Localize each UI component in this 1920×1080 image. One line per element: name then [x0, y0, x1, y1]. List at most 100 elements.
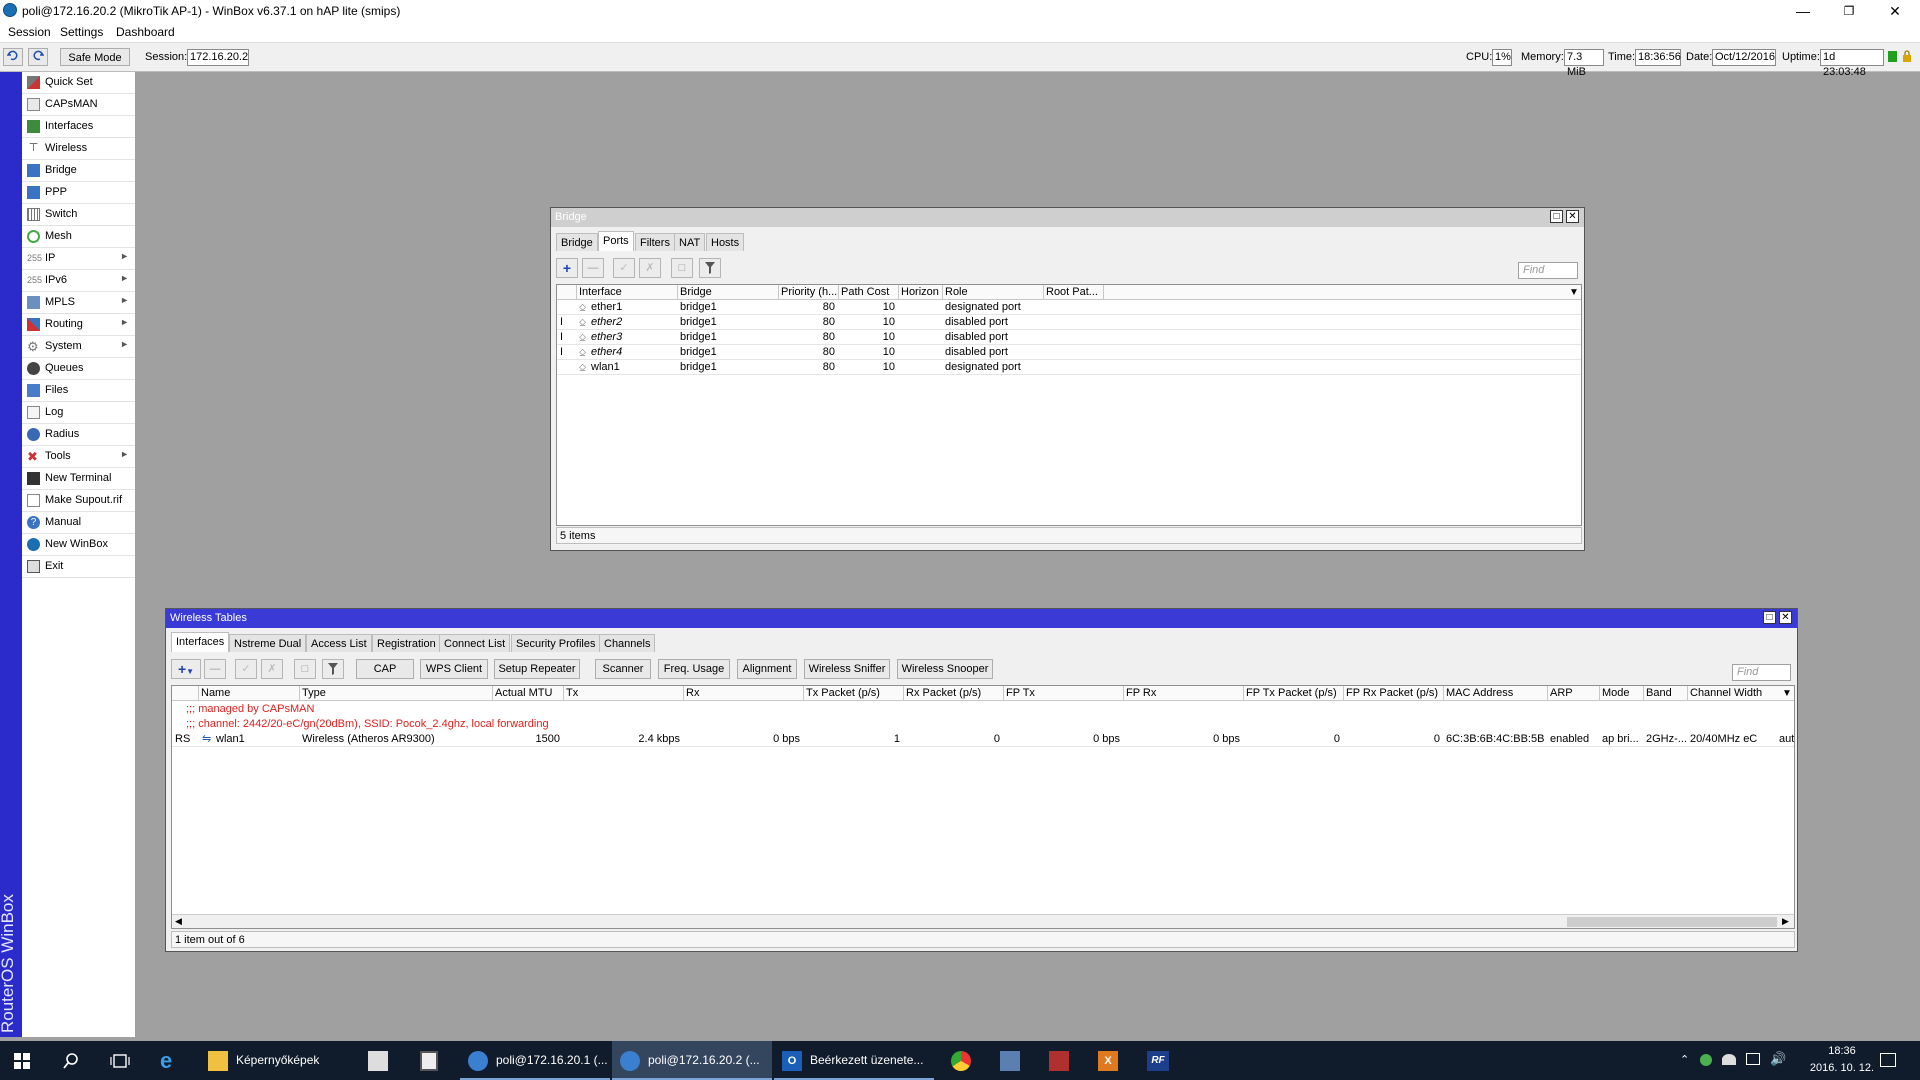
comment-button[interactable]: □ [671, 258, 693, 278]
tab-filters[interactable]: Filters [635, 233, 675, 251]
column-header-path-cost[interactable]: Path Cost [839, 285, 899, 300]
clock-time[interactable]: 18:36 [1812, 1045, 1872, 1057]
sidebar-item-new-winbox[interactable]: New WinBox [22, 534, 135, 556]
column-header-name[interactable]: Name [199, 686, 300, 701]
sidebar-item-queues[interactable]: Queues [22, 358, 135, 380]
network-tool-icon[interactable] [1000, 1051, 1020, 1071]
column-header-type[interactable]: Type [300, 686, 493, 701]
horizontal-scrollbar[interactable]: ◀ ▶ [172, 914, 1794, 928]
column-header-horizon[interactable]: Horizon [899, 285, 943, 300]
maximize-button[interactable]: □ [1763, 611, 1776, 624]
tray-app-icon[interactable] [1700, 1054, 1712, 1066]
freq-usage-button[interactable]: Freq. Usage [658, 659, 730, 679]
tab-connect-list[interactable]: Connect List [439, 634, 511, 652]
column-header-role[interactable]: Role [943, 285, 1044, 300]
tab-access-list[interactable]: Access List [306, 634, 372, 652]
enable-button[interactable]: ✓ [613, 258, 635, 278]
sidebar-item-wireless[interactable]: ⊤ Wireless [22, 138, 135, 160]
search-button[interactable] [62, 1052, 80, 1070]
menu-session[interactable]: Session [8, 25, 51, 39]
tray-chevron-icon[interactable]: ⌃ [1680, 1053, 1689, 1066]
column-header-bridge[interactable]: Bridge [678, 285, 779, 300]
tab-channels[interactable]: Channels [599, 634, 656, 652]
column-header-band[interactable]: Band [1644, 686, 1688, 701]
network-icon[interactable] [1746, 1053, 1760, 1065]
store-icon[interactable] [368, 1051, 388, 1071]
sidebar-item-make-supout[interactable]: Make Supout.rif [22, 490, 135, 512]
column-header-channel-width[interactable]: Channel Width [1688, 686, 1794, 701]
sidebar-item-manual[interactable]: ? Manual [22, 512, 135, 534]
column-header-fp-rx[interactable]: FP Rx [1124, 686, 1244, 701]
sidebar-item-ipv6[interactable]: 255 IPv6 ► [22, 270, 135, 292]
column-header-actual-mtu[interactable]: Actual MTU [493, 686, 564, 701]
sidebar-item-mesh[interactable]: Mesh [22, 226, 135, 248]
taskbar-item-winbox-2[interactable]: poli@172.16.20.2 (... [612, 1041, 772, 1080]
scanner-button[interactable]: Scanner [595, 659, 651, 679]
restore-button[interactable]: ❐ [1826, 0, 1872, 22]
column-header-tx[interactable]: Tx [564, 686, 684, 701]
column-header-fp-rx-packet[interactable]: FP Rx Packet (p/s) [1344, 686, 1444, 701]
safe-mode-button[interactable]: Safe Mode [60, 48, 130, 66]
tab-nstreme-dual[interactable]: Nstreme Dual [229, 634, 307, 652]
session-field[interactable]: 172.16.20.2 [187, 49, 249, 66]
wireless-sniffer-button[interactable]: Wireless Sniffer [804, 659, 890, 679]
table-row[interactable]: ⎐ wlan1 bridge1 80 10 designated port [557, 360, 1581, 375]
taskbar-item-winbox-1[interactable]: poli@172.16.20.1 (... [460, 1041, 610, 1080]
column-header-interface[interactable]: Interface [577, 285, 678, 300]
column-header-arp[interactable]: ARP [1548, 686, 1600, 701]
table-row[interactable]: I ⎐ ether3 bridge1 80 10 disabled port [557, 330, 1581, 345]
table-row[interactable]: I ⎐ ether2 bridge1 80 10 disabled port [557, 315, 1581, 330]
column-dropdown-icon[interactable]: ▼ [1782, 688, 1792, 699]
column-header-rx-packet[interactable]: Rx Packet (p/s) [904, 686, 1004, 701]
start-button[interactable] [14, 1053, 30, 1069]
edge-browser-icon[interactable]: e [160, 1050, 182, 1072]
filter-button[interactable] [699, 258, 721, 278]
calculator-icon[interactable] [420, 1051, 438, 1071]
sidebar-item-ip[interactable]: 255 IP ► [22, 248, 135, 270]
onedrive-icon[interactable] [1722, 1054, 1736, 1065]
add-dropdown-button[interactable]: +▼ [171, 659, 201, 679]
notifications-icon[interactable] [1880, 1053, 1896, 1067]
cap-button[interactable]: CAP [356, 659, 414, 679]
remove-button[interactable]: — [204, 659, 226, 679]
table-row[interactable]: ⎐ ether1 bridge1 80 10 designated port [557, 300, 1581, 315]
table-row[interactable]: RS ⇋ wlan1 Wireless (Atheros AR9300) 150… [172, 732, 1794, 747]
column-header-fp-tx[interactable]: FP Tx [1004, 686, 1124, 701]
scroll-right-icon[interactable]: ▶ [1782, 916, 1789, 927]
clock-date[interactable]: 2016. 10. 12. [1800, 1062, 1884, 1074]
column-dropdown-icon[interactable]: ▼ [1569, 287, 1579, 298]
wireless-find-input[interactable]: Find [1732, 664, 1791, 681]
tab-bridge[interactable]: Bridge [556, 233, 598, 251]
tab-hosts[interactable]: Hosts [706, 233, 745, 251]
bridge-find-input[interactable]: Find [1518, 262, 1578, 279]
filter-button[interactable] [322, 659, 344, 679]
maximize-button[interactable]: □ [1550, 210, 1563, 223]
enable-button[interactable]: ✓ [235, 659, 257, 679]
sidebar-item-files[interactable]: Files [22, 380, 135, 402]
sidebar-item-new-terminal[interactable]: New Terminal [22, 468, 135, 490]
redo-button[interactable] [28, 48, 48, 66]
sidebar-item-mpls[interactable]: MPLS ► [22, 292, 135, 314]
disable-button[interactable]: ✗ [261, 659, 283, 679]
chrome-icon[interactable] [951, 1051, 971, 1071]
column-header-tx-packet[interactable]: Tx Packet (p/s) [804, 686, 904, 701]
sidebar-item-log[interactable]: Log [22, 402, 135, 424]
minimize-button[interactable]: — [1780, 0, 1826, 22]
tab-nat[interactable]: NAT [674, 233, 706, 251]
close-window-button[interactable]: ✕ [1779, 611, 1792, 624]
remove-button[interactable]: — [582, 258, 604, 278]
table-row[interactable]: I ⎐ ether4 bridge1 80 10 disabled port [557, 345, 1581, 360]
column-header-rx[interactable]: Rx [684, 686, 804, 701]
tab-interfaces[interactable]: Interfaces [171, 632, 230, 652]
close-window-button[interactable]: ✕ [1566, 210, 1579, 223]
sidebar-item-radius[interactable]: Radius [22, 424, 135, 446]
menu-settings[interactable]: Settings [60, 25, 103, 39]
column-header-fp-tx-packet[interactable]: FP Tx Packet (p/s) [1244, 686, 1344, 701]
volume-icon[interactable]: 🔊 [1770, 1051, 1786, 1067]
column-header-root-path[interactable]: Root Pat... [1044, 285, 1104, 300]
undo-button[interactable] [3, 48, 23, 66]
comment-button[interactable]: □ [294, 659, 316, 679]
scroll-left-icon[interactable]: ◀ [175, 916, 182, 927]
scrollbar-thumb[interactable] [1567, 917, 1777, 927]
sidebar-item-tools[interactable]: ✖ Tools ► [22, 446, 135, 468]
